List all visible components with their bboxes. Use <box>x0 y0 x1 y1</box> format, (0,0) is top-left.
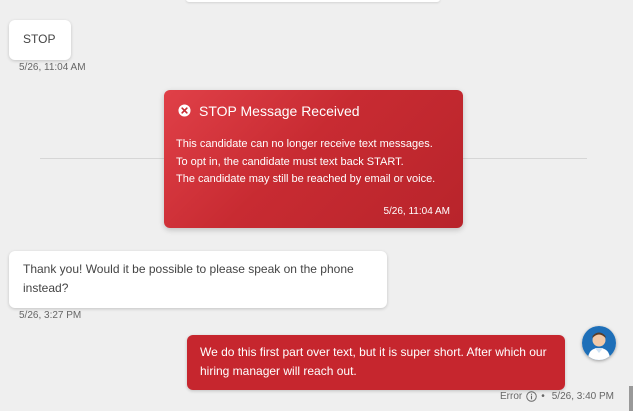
incoming-message-stop: STOP <box>9 20 71 60</box>
error-status: Error <box>499 391 523 402</box>
message-timestamp: 5/26, 3:27 PM <box>19 310 82 321</box>
incoming-message: Thank you! Would it be possible to pleas… <box>9 251 387 308</box>
status-separator: • <box>541 391 545 402</box>
notice-line: The candidate may still be reached by em… <box>176 173 436 185</box>
stop-notice-card: STOP Message Received This candidate can… <box>164 90 463 228</box>
notice-line: To opt in, the candidate must text back … <box>176 155 404 168</box>
close-circle-icon <box>178 104 191 117</box>
scrollbar[interactable] <box>629 386 633 411</box>
notice-line: This candidate can no longer receive tex… <box>176 138 433 150</box>
message-timestamp: 5/26, 11:04 AM <box>19 62 86 73</box>
previous-message-edge <box>186 0 440 2</box>
notice-timestamp: 5/26, 11:04 AM <box>383 206 450 217</box>
message-status: Error • 5/26, 3:40 PM <box>500 391 614 402</box>
message-text: STOP <box>23 32 56 46</box>
info-icon[interactable] <box>526 391 537 402</box>
message-timestamp: 5/26, 3:40 PM <box>551 391 614 402</box>
message-text: Thank you! Would it be possible to pleas… <box>23 262 354 295</box>
notice-body: This candidate can no longer receive tex… <box>176 136 435 189</box>
avatar-image <box>582 326 616 360</box>
user-avatar[interactable] <box>582 326 616 360</box>
notice-title: STOP Message Received <box>199 103 360 119</box>
outgoing-message: We do this first part over text, but it … <box>187 335 565 390</box>
message-text: We do this first part over text, but it … <box>200 345 547 378</box>
